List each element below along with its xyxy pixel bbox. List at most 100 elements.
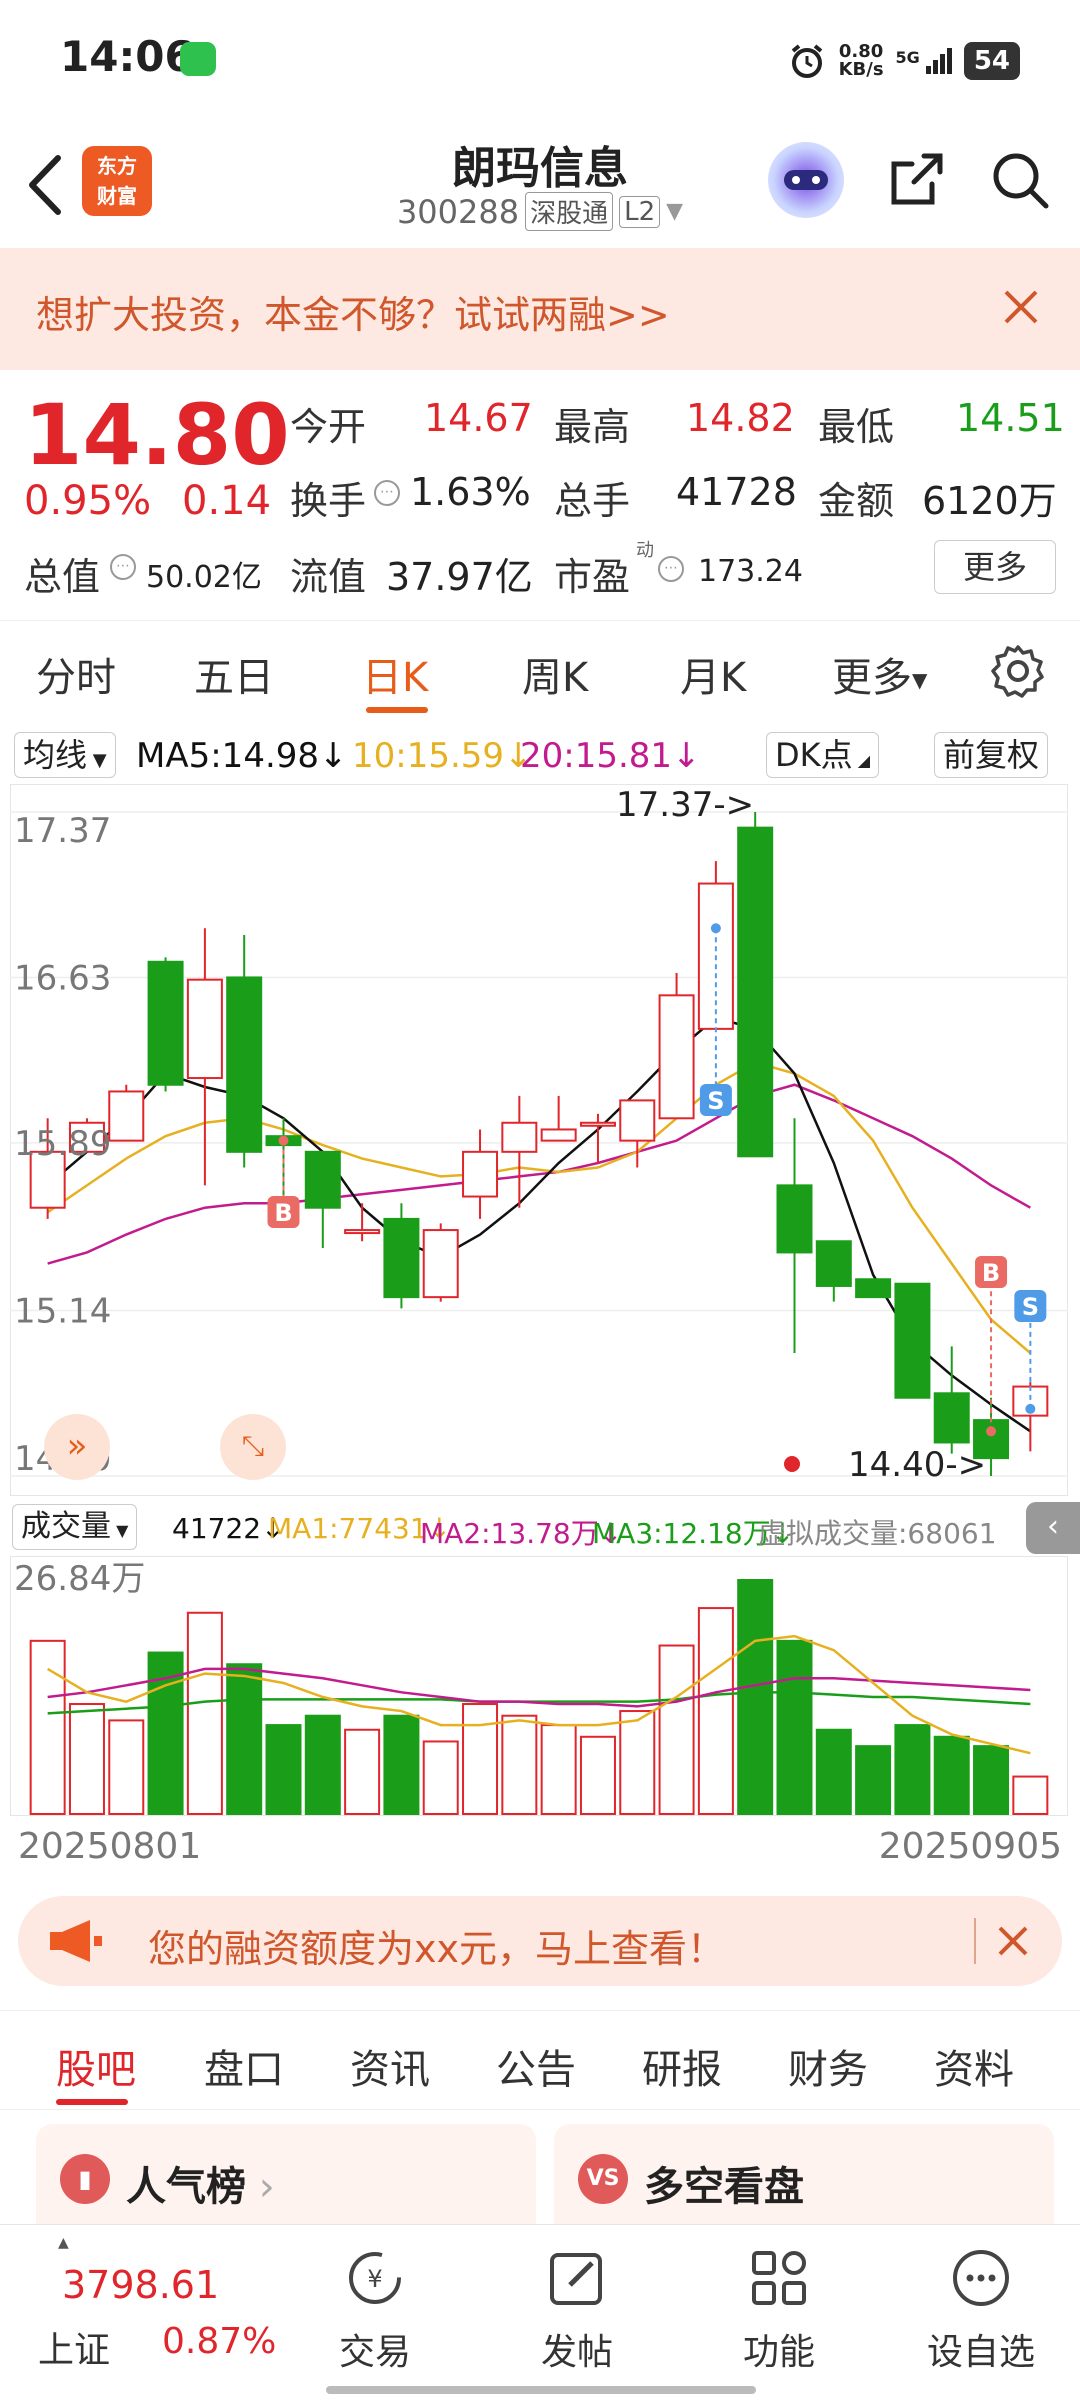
ma-selector[interactable]: 均线 ▼ xyxy=(14,732,116,778)
promo-banner[interactable]: 想扩大投资，本金不够？试试两融>> xyxy=(0,248,1080,370)
open-label: 今开 xyxy=(290,405,367,449)
divider xyxy=(974,1918,976,1964)
volume-bar xyxy=(422,1740,459,1816)
candle-body xyxy=(186,978,223,1080)
high-value: 14.82 xyxy=(686,396,795,440)
more-button[interactable]: 更多 xyxy=(934,540,1056,594)
info-icon[interactable]: ⋯ xyxy=(658,556,684,582)
dk-point-selector[interactable]: DK点 ◢ xyxy=(766,732,880,778)
close-icon[interactable] xyxy=(996,282,1046,332)
tab-orderbook[interactable]: 盘口 xyxy=(204,2037,284,2095)
tab-more[interactable]: 更多▼ xyxy=(832,645,927,703)
volume-legend-row: 成交量 ▼ 41722↓ MA1:77431↓ MA2:13.78万↓ MA3:… xyxy=(0,1498,1080,1554)
tab-monthly-k[interactable]: 月K xyxy=(680,645,746,703)
candle xyxy=(422,1223,459,1302)
candle-body xyxy=(108,1090,145,1142)
volume-bar xyxy=(186,1611,223,1816)
tab-forum[interactable]: 股吧 xyxy=(56,2037,136,2095)
index-value[interactable]: 3798.61 xyxy=(62,2263,219,2307)
trade-icon: ¥ xyxy=(349,2252,401,2304)
adjust-selector[interactable]: 前复权 xyxy=(934,732,1049,778)
active-tab-indicator xyxy=(366,707,428,713)
expand-right-icon[interactable]: » xyxy=(44,1414,110,1480)
nav-post[interactable]: 发帖 xyxy=(512,2245,642,2375)
ma20-value: 20:15.81↓ xyxy=(520,736,701,776)
marker-dot xyxy=(278,1135,289,1146)
tab-minute[interactable]: 分时 xyxy=(36,645,116,703)
connect-tag: 深股通 xyxy=(525,192,614,231)
tab-weekly-k[interactable]: 周K xyxy=(522,645,588,703)
mcap-label: 总值 xyxy=(24,555,101,599)
tab-financials[interactable]: 财务 xyxy=(788,2037,868,2095)
kline-chart[interactable]: 17.3716.6315.8915.1414.40 17.37->14.40->… xyxy=(10,784,1068,1496)
candle xyxy=(737,812,774,1158)
info-icon[interactable]: ⋯ xyxy=(374,480,400,506)
candle-body xyxy=(737,826,774,1158)
volume-bar xyxy=(29,1639,66,1815)
candle-body xyxy=(344,1229,381,1235)
share-icon[interactable] xyxy=(884,148,948,212)
candle-body xyxy=(933,1392,970,1444)
dropdown-triangle-icon: ▼ xyxy=(666,199,684,224)
candle-body xyxy=(619,1099,656,1142)
marker-label: S xyxy=(707,1087,724,1115)
search-icon[interactable] xyxy=(988,148,1052,212)
finance-banner[interactable]: 您的融资额度为xx元，马上查看！ xyxy=(18,1896,1062,1986)
period-tabs: 分时 五日 日K 周K 月K 更多▼ xyxy=(0,620,1080,726)
candle xyxy=(186,928,223,1186)
candle xyxy=(147,957,184,1092)
volume-bar xyxy=(147,1651,184,1816)
ma-legend-row: 均线 ▼ MA5:14.98↓ 10:15.59↓ 20:15.81↓ DK点 … xyxy=(0,728,1080,784)
candle xyxy=(1012,1382,1049,1452)
candle xyxy=(933,1346,970,1454)
close-icon[interactable] xyxy=(992,1920,1034,1962)
alarm-icon xyxy=(791,44,822,78)
status-bar: 14:06 0.80 KB/s 5G 54 xyxy=(0,0,1080,120)
ma10-line xyxy=(46,1061,1032,1354)
tab-five-day[interactable]: 五日 xyxy=(194,645,274,703)
volume-bar xyxy=(108,1719,145,1815)
float-label: 流值 xyxy=(290,555,367,599)
mcap-value: 50.02亿 xyxy=(146,560,262,595)
candle-body xyxy=(776,1184,813,1254)
status-right: 0.80 KB/s 5G 54 xyxy=(787,36,1020,86)
back-arrow-icon[interactable] xyxy=(22,150,70,220)
pe-superscript: 动 xyxy=(636,540,654,561)
amount-value: 6120万 xyxy=(922,479,1057,523)
fullscreen-icon[interactable]: ⤡ xyxy=(220,1414,286,1480)
candle-body xyxy=(540,1128,577,1142)
collapse-arrow-icon[interactable]: ‹ xyxy=(1026,1502,1080,1554)
finance-banner-text: 您的融资额度为xx元，马上查看！ xyxy=(148,1927,725,1971)
expand-up-icon[interactable]: ▲ xyxy=(58,2235,69,2251)
assistant-avatar-icon[interactable] xyxy=(768,142,844,218)
tab-profile[interactable]: 资料 xyxy=(934,2037,1014,2095)
ranking-icon: ▮ xyxy=(60,2154,110,2204)
candle xyxy=(304,1150,341,1248)
tab-news[interactable]: 资讯 xyxy=(350,2037,430,2095)
network-speed: 0.80 KB/s xyxy=(838,41,884,80)
nav-trade[interactable]: ¥ 交易 xyxy=(310,2245,440,2375)
candle-body xyxy=(894,1282,931,1399)
home-indicator xyxy=(326,2386,756,2394)
tab-announcements[interactable]: 公告 xyxy=(496,2037,576,2095)
bottom-nav: ▲ 3798.61 上证 0.87% ¥ 交易 发帖 功能 设自选 xyxy=(0,2224,1080,2400)
stock-code-row[interactable]: 300288 深股通 L2 ▼ xyxy=(330,192,750,231)
settings-gear-icon[interactable] xyxy=(990,643,1046,699)
volume-bar xyxy=(737,1579,774,1815)
nav-add-watchlist[interactable]: 设自选 xyxy=(916,2245,1046,2375)
volume-bar xyxy=(658,1644,695,1815)
ma5-value: MA5:14.98↓ xyxy=(136,736,348,776)
volume-selector[interactable]: 成交量 ▼ xyxy=(12,1504,138,1550)
info-icon[interactable]: ⋯ xyxy=(110,554,136,580)
signal-icon: 5G xyxy=(896,48,952,74)
volume-bar xyxy=(697,1607,734,1815)
candle-body xyxy=(462,1150,499,1198)
volume-bar xyxy=(304,1714,341,1815)
volume-value: 41728 xyxy=(676,470,797,514)
pe-label: 市盈 xyxy=(554,555,631,599)
tab-research[interactable]: 研报 xyxy=(642,2037,722,2095)
open-value: 14.67 xyxy=(424,396,533,440)
nav-functions[interactable]: 功能 xyxy=(714,2245,844,2375)
volume-bar xyxy=(1012,1775,1049,1815)
tab-daily-k[interactable]: 日K xyxy=(362,645,428,703)
